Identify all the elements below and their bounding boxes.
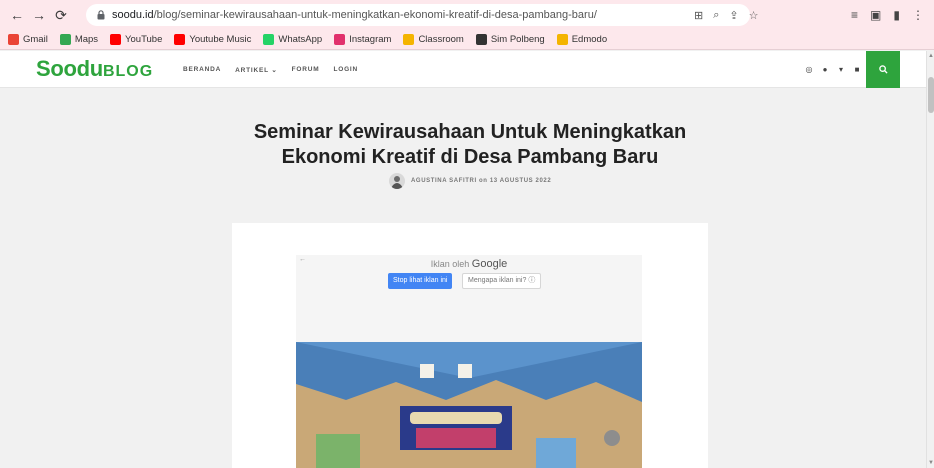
bookmark-sim-polbeng[interactable]: Sim Polbeng <box>475 34 545 45</box>
twitter-icon[interactable]: ▾ <box>837 65 845 74</box>
youtube-music-icon <box>174 34 186 45</box>
post-date: 13 AGUSTUS 2022 <box>489 178 552 184</box>
bookmark-label: YouTube <box>125 34 163 45</box>
article-title: Seminar Kewirausahaan Untuk Meningkatkan… <box>253 121 687 168</box>
sim-polbeng-icon <box>475 34 487 45</box>
page-scrollbar[interactable]: ▲ ▼ <box>926 51 934 468</box>
article-byline: AGUSTINA SAFITRI on 13 AGUSTUS 2022 <box>389 173 551 189</box>
site-nav: BERANDA ARTIKEL ⌄ FORUM LOGIN <box>183 66 358 74</box>
google-ad: ← Iklan oleh Google Stop lihat iklan ini… <box>296 255 642 342</box>
bookmark-instagram[interactable]: Instagram <box>334 34 391 45</box>
bookmark-maps[interactable]: Maps <box>59 34 99 45</box>
nav-login[interactable]: LOGIN <box>333 66 358 74</box>
share-icon[interactable]: ⇪ <box>729 9 738 22</box>
scroll-up-icon[interactable]: ▲ <box>928 53 934 59</box>
bookmark-label: Instagram <box>349 34 392 45</box>
bookmark-star-icon[interactable]: ☆ <box>749 9 759 22</box>
stop-ad-button[interactable]: Stop lihat iklan ini <box>388 273 453 289</box>
bookmark-label: Maps <box>74 34 99 45</box>
search-button[interactable] <box>866 51 900 88</box>
bookmark-edmodo[interactable]: Edmodo <box>556 34 608 45</box>
address-actions: ⊞ ⌕ ⇪ ☆ <box>694 4 758 26</box>
youtube-icon[interactable]: ■ <box>853 65 861 74</box>
site-logo[interactable]: SooduBLOG <box>36 56 153 82</box>
facebook-icon[interactable]: ● <box>821 65 829 74</box>
zoom-icon[interactable]: ⌕ <box>713 9 719 22</box>
reading-list-icon[interactable]: ≡ <box>851 8 858 22</box>
gmail-icon <box>8 34 19 45</box>
back-button[interactable]: ← <box>6 4 28 26</box>
tab-layout-icon[interactable]: ▣ <box>870 8 881 22</box>
browser-actions: ≡ ▣ ▮ ⋮ <box>851 4 924 26</box>
maps-icon <box>59 34 71 45</box>
author-name[interactable]: AGUSTINA SAFITRI <box>411 178 477 184</box>
article-photo <box>296 342 642 468</box>
nav-artikel[interactable]: ARTIKEL ⌄ <box>235 66 278 74</box>
bookmarks-bar: Gmail Maps YouTube Youtube Music WhatsApp Ins… <box>0 30 934 50</box>
scroll-thumb[interactable] <box>928 77 934 113</box>
browser-toolbar: ← → ⟳ soodu.id/blog/seminar-kewirausahaa… <box>0 0 934 30</box>
youtube-icon <box>110 34 122 45</box>
bookmark-label: WhatsApp <box>278 34 323 45</box>
scroll-down-icon[interactable]: ▼ <box>928 460 934 466</box>
bookmark-label: Gmail <box>23 34 48 45</box>
bookmark-label: Classroom <box>418 34 464 45</box>
profile-icon[interactable]: ▮ <box>893 8 900 22</box>
translate-icon[interactable]: ⊞ <box>694 9 703 22</box>
bookmark-gmail[interactable]: Gmail <box>8 34 48 45</box>
bookmark-whatsapp[interactable]: WhatsApp <box>263 34 322 45</box>
site-header: SooduBLOG BERANDA ARTIKEL ⌄ FORUM LOGIN … <box>0 51 926 88</box>
instagram-icon <box>334 34 346 45</box>
bookmark-label: Sim Polbeng <box>490 34 545 45</box>
bookmark-youtube-music[interactable]: Youtube Music <box>174 34 251 45</box>
bookmark-label: Youtube Music <box>189 34 252 45</box>
bookmark-label: Edmodo <box>571 34 608 45</box>
bookmark-youtube[interactable]: YouTube <box>110 34 162 45</box>
forward-button[interactable]: → <box>28 4 50 26</box>
bookmark-classroom[interactable]: Classroom <box>403 34 464 45</box>
whatsapp-icon <box>263 34 275 45</box>
ad-label: Iklan oleh Google <box>430 258 508 270</box>
reload-button[interactable]: ⟳ <box>50 4 72 26</box>
url-text: soodu.id/blog/seminar-kewirausahaan-untu… <box>112 9 597 21</box>
byline-text: AGUSTINA SAFITRI on 13 AGUSTUS 2022 <box>411 178 552 184</box>
nav-beranda[interactable]: BERANDA <box>183 66 221 74</box>
classroom-icon <box>403 34 415 45</box>
address-bar[interactable]: soodu.id/blog/seminar-kewirausahaan-untu… <box>86 4 750 26</box>
why-ad-button[interactable]: Mengapa iklan ini? ⓘ <box>462 273 542 289</box>
instagram-icon[interactable]: ◎ <box>805 65 813 74</box>
edmodo-icon <box>556 34 568 45</box>
nav-forum[interactable]: FORUM <box>292 66 320 74</box>
lock-icon <box>96 10 106 20</box>
author-avatar[interactable] <box>389 173 405 189</box>
menu-icon[interactable]: ⋮ <box>912 8 924 22</box>
search-icon <box>878 65 888 74</box>
social-links: ◎ ● ▾ ■ <box>805 65 861 74</box>
